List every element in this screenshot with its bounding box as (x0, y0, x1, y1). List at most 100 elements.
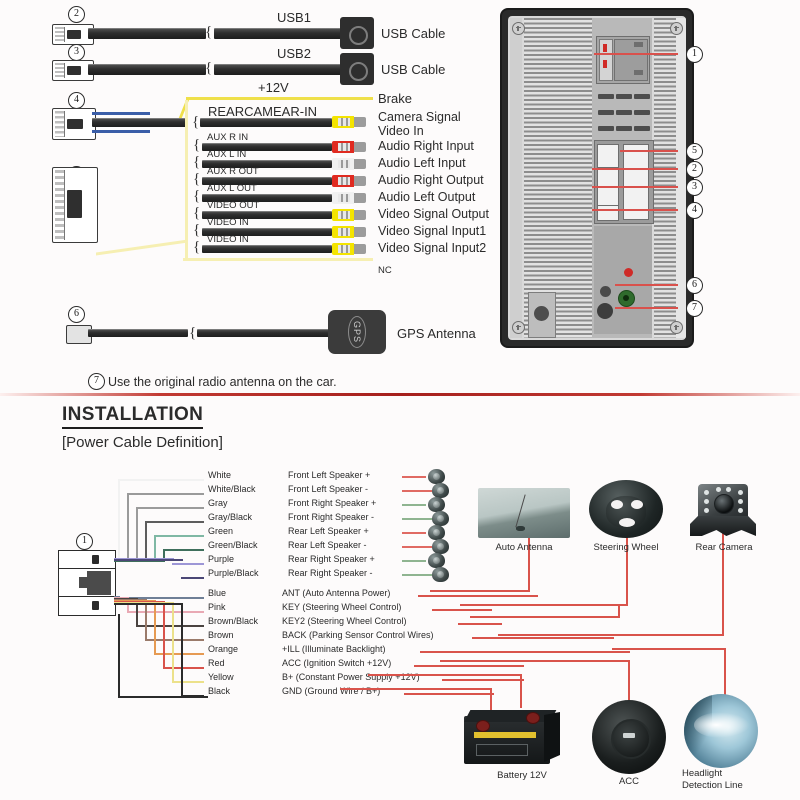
aux-wire-label-5: VIDEO IN (207, 217, 249, 228)
harness-line-antenna-h (430, 590, 530, 592)
control-lead-3 (472, 637, 614, 639)
harness-line-battery-v (520, 674, 522, 708)
aux-function-label-1: Audio Left Input (378, 156, 466, 170)
section-divider (0, 393, 800, 396)
blue-wire-lower (92, 130, 150, 133)
control-wire-riser-5 (163, 601, 165, 667)
aux-function-label-6: Video Signal Input2 (378, 241, 487, 255)
cable-break-icon: { (193, 222, 201, 238)
rearcam-cable-right (200, 118, 332, 127)
callout-6-top: 6 (68, 306, 85, 323)
rearcam-cable-left (92, 118, 186, 127)
control-color-label-6: Yellow (208, 672, 234, 682)
gps-cable-left (88, 329, 188, 337)
speaker-wire-run-2 (136, 507, 204, 509)
speaker-function-label-0: Front Left Speaker + (288, 470, 371, 480)
usb1-right-label: USB Cable (381, 26, 446, 41)
speaker-wire-run-7 (181, 577, 204, 579)
harness-outline-bottom2 (183, 258, 373, 261)
headlight-caption-line1: Headlight (682, 768, 723, 779)
usb1-cable-right (214, 28, 342, 39)
speaker-wire-run-5 (163, 549, 204, 551)
gps-puck-text: GPS (352, 320, 362, 344)
speaker-lead-1 (402, 490, 434, 492)
cable-break-icon: { (189, 325, 197, 341)
harness-line-headlight-h (612, 648, 726, 650)
callout-6-radio: 6 (686, 277, 703, 294)
speaker-wire-riser-1 (127, 493, 129, 559)
callout-line-2 (592, 168, 678, 170)
speaker-lead-3 (402, 518, 434, 520)
control-color-label-7: Black (208, 686, 231, 696)
usb1-label: USB1 (277, 10, 311, 25)
usb2-label: USB2 (277, 46, 311, 61)
cable-break-icon: { (192, 114, 200, 130)
speaker-lead-6 (402, 560, 426, 562)
speaker-function-label-3: Front Right Speaker - (288, 512, 375, 522)
aux-wire-label-2: AUX R OUT (207, 166, 259, 177)
rca-connector-3 (332, 192, 366, 204)
control-color-label-3: Brown (208, 630, 234, 640)
callout-line-4 (592, 209, 678, 211)
control-function-label-2: KEY2 (Steering Wheel Control) (282, 616, 407, 626)
video-in-label: Video In (378, 124, 424, 138)
gps-antenna-puck: GPS (328, 310, 386, 354)
control-color-label-2: Brown/Black (208, 616, 259, 626)
radio-red-jack (624, 268, 633, 277)
power-connector-bottom (58, 596, 116, 616)
cable-break-icon: { (193, 137, 201, 153)
auto-antenna-caption: Auto Antenna (495, 542, 553, 553)
control-color-label-0: Blue (208, 588, 227, 598)
harness-line-steering2-h (470, 616, 620, 618)
cable-break-icon: { (193, 205, 201, 221)
speaker-lead-2 (402, 504, 426, 506)
usb2-cable-left (88, 64, 206, 75)
aux-wire-label-6: VIDEO IN (207, 234, 249, 245)
control-wire-riser-4 (154, 600, 156, 653)
aux-function-label-5: Video Signal Input1 (378, 224, 487, 238)
plus12v-label: +12V (258, 80, 289, 95)
connector-plug-4 (52, 108, 96, 140)
harness-line-acc-h (440, 660, 630, 662)
cable-break-icon: { (193, 171, 201, 187)
harness-line-battery-h (368, 674, 522, 676)
footnote-text: Use the original radio antenna on the ca… (108, 375, 337, 389)
control-color-label-5: Red (208, 658, 225, 668)
wire-color-label-2: Gray (208, 498, 228, 508)
speaker-icon-7 (432, 567, 449, 582)
callout-1-power-connector: 1 (76, 533, 93, 550)
wire-color-label-7: Purple/Black (208, 568, 259, 578)
battery-photo (464, 706, 560, 768)
callout-2-top: 2 (68, 6, 85, 23)
speaker-wire-riser-4 (154, 535, 156, 559)
callout-7-footnote: 7 (88, 373, 105, 390)
gps-cable-right (197, 329, 332, 337)
control-color-label-1: Pink (208, 602, 226, 612)
speaker-icon-4 (428, 525, 445, 540)
harness-outline-bottom (96, 239, 188, 255)
harness-line-steering-h (460, 604, 628, 606)
control-wire-run-6 (172, 681, 204, 683)
control-function-label-4: +ILL (Illuminate Backlight) (282, 644, 386, 654)
cable-break-icon: { (193, 154, 201, 170)
aux-cable-6 (202, 245, 332, 253)
callout-line-3 (592, 186, 678, 188)
usb1-a-connector (340, 17, 374, 49)
power-connector-top (58, 550, 116, 570)
speaker-wire-run-4 (154, 535, 204, 537)
harness-line-camera-h (498, 634, 724, 636)
page-subtitle: [Power Cable Definition] (62, 434, 223, 451)
callout-3-top: 3 (68, 44, 85, 61)
auto-antenna-photo (478, 488, 570, 538)
aux-wire-label-4: VIDEO OUT (207, 200, 260, 211)
control-lead-2 (458, 623, 502, 625)
control-wire-riser-3 (145, 599, 147, 639)
cable-break-icon: { (193, 239, 201, 255)
speaker-lead-7 (402, 574, 434, 576)
speaker-wire-stub-7 (114, 559, 183, 561)
speaker-icon-6 (428, 553, 445, 568)
control-function-label-3: BACK (Parking Sensor Control Wires) (282, 630, 434, 640)
harness-line-antenna-v (528, 532, 530, 590)
harness-line-steering2-v (618, 604, 620, 618)
control-color-label-4: Orange (208, 644, 239, 654)
